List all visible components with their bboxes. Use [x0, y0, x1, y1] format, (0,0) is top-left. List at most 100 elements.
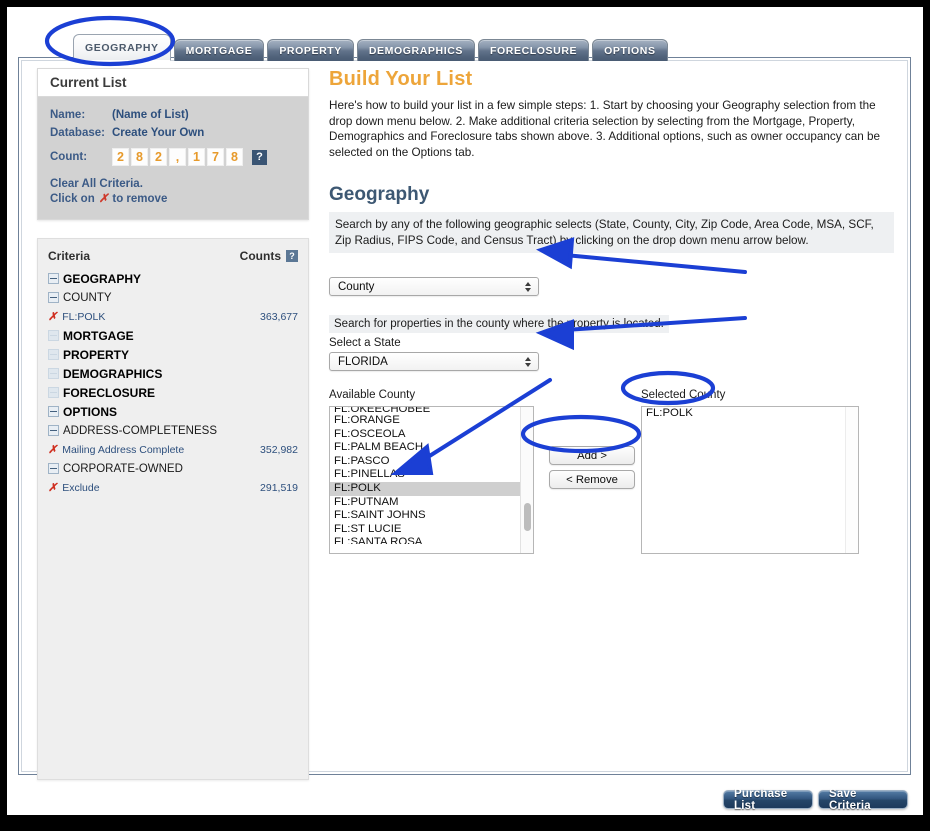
tab-geography[interactable]: GEOGRAPHY — [73, 34, 171, 61]
name-label: Name: — [50, 109, 86, 121]
criteria-row[interactable]: FORECLOSURE — [48, 383, 298, 402]
tab-options[interactable]: OPTIONS — [592, 39, 668, 61]
geo-type-select-wrap: County — [329, 277, 904, 296]
available-list-scrollbar[interactable] — [520, 407, 533, 553]
criteria-row-count: 363,677 — [260, 310, 298, 323]
available-county-option[interactable]: FL:SANTA ROSA — [330, 536, 533, 544]
remove-criterion-icon[interactable]: ✗ — [48, 443, 57, 456]
collapse-minus-icon[interactable] — [48, 425, 59, 436]
criteria-row[interactable]: DEMOGRAPHICS — [48, 364, 298, 383]
criteria-row-name: DEMOGRAPHICS — [48, 367, 298, 381]
tab-property[interactable]: PROPERTY — [267, 39, 354, 61]
dual-list-picker: Available County Selected County FL:OKEE… — [329, 389, 904, 554]
available-county-option[interactable]: FL:SAINT JOHNS — [330, 509, 533, 523]
current-list-body: Name: (Name of List) Database: Create Yo… — [38, 97, 308, 219]
select-stepper-arrows-icon-2 — [525, 353, 531, 370]
collapse-minus-icon[interactable] — [48, 406, 59, 417]
count-help-icon[interactable]: ? — [252, 149, 267, 165]
criteria-row[interactable]: OPTIONS — [48, 402, 298, 421]
remove-hint-pre: Click on — [50, 193, 95, 205]
criteria-row-label: OPTIONS — [63, 404, 118, 419]
count-digit-group: 282,178 — [112, 148, 243, 166]
current-list-title: Current List — [38, 69, 308, 97]
counts-help-icon[interactable]: ? — [286, 250, 298, 262]
available-county-listbox[interactable]: FL:OKEECHOBEE FL:ORANGE FL:OSCEOLA FL:PALM … — [329, 406, 534, 554]
remove-criterion-icon[interactable]: ✗ — [48, 310, 57, 323]
clear-all-criteria-link[interactable]: Clear All Criteria. — [50, 177, 308, 192]
database-value[interactable]: Create Your Own — [112, 127, 204, 139]
expand-plus-icon[interactable] — [48, 368, 59, 379]
selected-county-option[interactable]: FL:POLK — [642, 407, 858, 421]
intro-paragraph: Here's how to build your list in a few s… — [329, 99, 880, 159]
available-county-option[interactable]: FL:OKEECHOBEE — [330, 407, 533, 414]
current-list-name-row: Name: (Name of List) — [50, 109, 308, 121]
add-button[interactable]: Add > — [549, 446, 635, 465]
expand-plus-icon[interactable] — [48, 349, 59, 360]
count-digit-3: , — [169, 148, 186, 166]
criteria-row[interactable]: COUNTY — [48, 288, 298, 307]
criteria-row-name: ✗ FL:POLK — [48, 310, 260, 324]
chevron-up-icon — [525, 281, 531, 286]
available-county-option[interactable]: FL:PUTNAM — [330, 496, 533, 510]
available-county-option[interactable]: FL:POLK — [330, 481, 533, 496]
criteria-row[interactable]: ✗ Exclude 291,519 — [48, 478, 298, 497]
criteria-row-name: ADDRESS-COMPLETENESS — [48, 425, 298, 437]
available-county-option[interactable]: FL:PALM BEACH — [330, 441, 533, 455]
criteria-row[interactable]: ADDRESS-COMPLETENESS — [48, 421, 298, 440]
selected-list-scrollbar[interactable] — [845, 407, 858, 553]
criteria-row-label: ADDRESS-COMPLETENESS — [63, 424, 218, 437]
criteria-row-label: MORTGAGE — [63, 328, 134, 343]
available-county-options: FL:OKEECHOBEE FL:ORANGE FL:OSCEOLA FL:PALM … — [330, 407, 533, 544]
criteria-row[interactable]: GEOGRAPHY — [48, 269, 298, 288]
criteria-row-label: FL:POLK — [62, 310, 106, 323]
criteria-row[interactable]: ✗ FL:POLK 363,677 — [48, 307, 298, 326]
tab-demographics[interactable]: DEMOGRAPHICS — [356, 39, 475, 61]
selected-county-label: Selected County — [641, 389, 726, 401]
chevron-up-icon-2 — [525, 356, 531, 361]
criteria-row[interactable]: MORTGAGE — [48, 326, 298, 345]
available-county-option[interactable]: FL:PINELLAS — [330, 468, 533, 482]
criteria-row-name: OPTIONS — [48, 405, 298, 419]
count-digit-4: 1 — [188, 148, 205, 166]
criteria-row[interactable]: ✗ Mailing Address Complete 352,982 — [48, 440, 298, 459]
database-label: Database: — [50, 127, 105, 139]
page-title: Build Your List — [329, 68, 473, 90]
available-list-scroll-thumb[interactable] — [524, 503, 531, 531]
content-panel: Current List Name: (Name of List) Databa… — [18, 57, 911, 780]
application-page: GEOGRAPHY MORTGAGE PROPERTY DEMOGRAPHICS FOR… — [7, 7, 923, 815]
available-county-option[interactable]: FL:ORANGE — [330, 414, 533, 428]
criteria-row-label: GEOGRAPHY — [63, 271, 142, 286]
criteria-row-label: DEMOGRAPHICS — [63, 366, 163, 381]
available-county-option[interactable]: FL:OSCEOLA — [330, 428, 533, 442]
criteria-row-name: FORECLOSURE — [48, 386, 298, 400]
state-select[interactable]: FLORIDA — [329, 352, 539, 371]
criteria-panel: Criteria Counts ? GEOGRAPHY COUNTY ✗ FL:POL… — [37, 238, 309, 780]
remove-criterion-icon[interactable]: ✗ — [48, 481, 57, 494]
geography-type-select[interactable]: County — [329, 277, 539, 296]
save-criteria-button[interactable]: Save Criteria — [818, 788, 908, 812]
left-sidebar: Current List Name: (Name of List) Databa… — [37, 68, 309, 780]
expand-plus-icon[interactable] — [48, 387, 59, 398]
available-county-option[interactable]: FL:ST LUCIE — [330, 523, 533, 537]
tab-foreclosure[interactable]: FORECLOSURE — [478, 39, 590, 61]
collapse-minus-icon[interactable] — [48, 463, 59, 474]
remove-button[interactable]: < Remove — [549, 470, 635, 489]
name-value[interactable]: (Name of List) — [112, 109, 189, 121]
count-digit-2: 2 — [150, 148, 167, 166]
criteria-row[interactable]: CORPORATE-OWNED — [48, 459, 298, 478]
collapse-minus-icon[interactable] — [48, 292, 59, 303]
available-county-option[interactable]: FL:PASCO — [330, 455, 533, 469]
criteria-header-label: Criteria — [48, 249, 91, 263]
expand-plus-icon[interactable] — [48, 330, 59, 341]
criteria-row-name: GEOGRAPHY — [48, 272, 298, 286]
purchase-list-button[interactable]: Purchase List — [723, 788, 813, 812]
criteria-row[interactable]: PROPERTY — [48, 345, 298, 364]
criteria-row-name: ✗ Mailing Address Complete — [48, 443, 260, 457]
collapse-minus-icon[interactable] — [48, 273, 59, 284]
criteria-row-name: PROPERTY — [48, 348, 298, 362]
criteria-row-count: 291,519 — [260, 481, 298, 494]
tab-mortgage[interactable]: MORTGAGE — [173, 39, 265, 61]
count-digit-0: 2 — [112, 148, 129, 166]
geography-note: Search by any of the following geographi… — [329, 212, 894, 253]
selected-county-listbox[interactable]: FL:POLK — [641, 406, 859, 554]
